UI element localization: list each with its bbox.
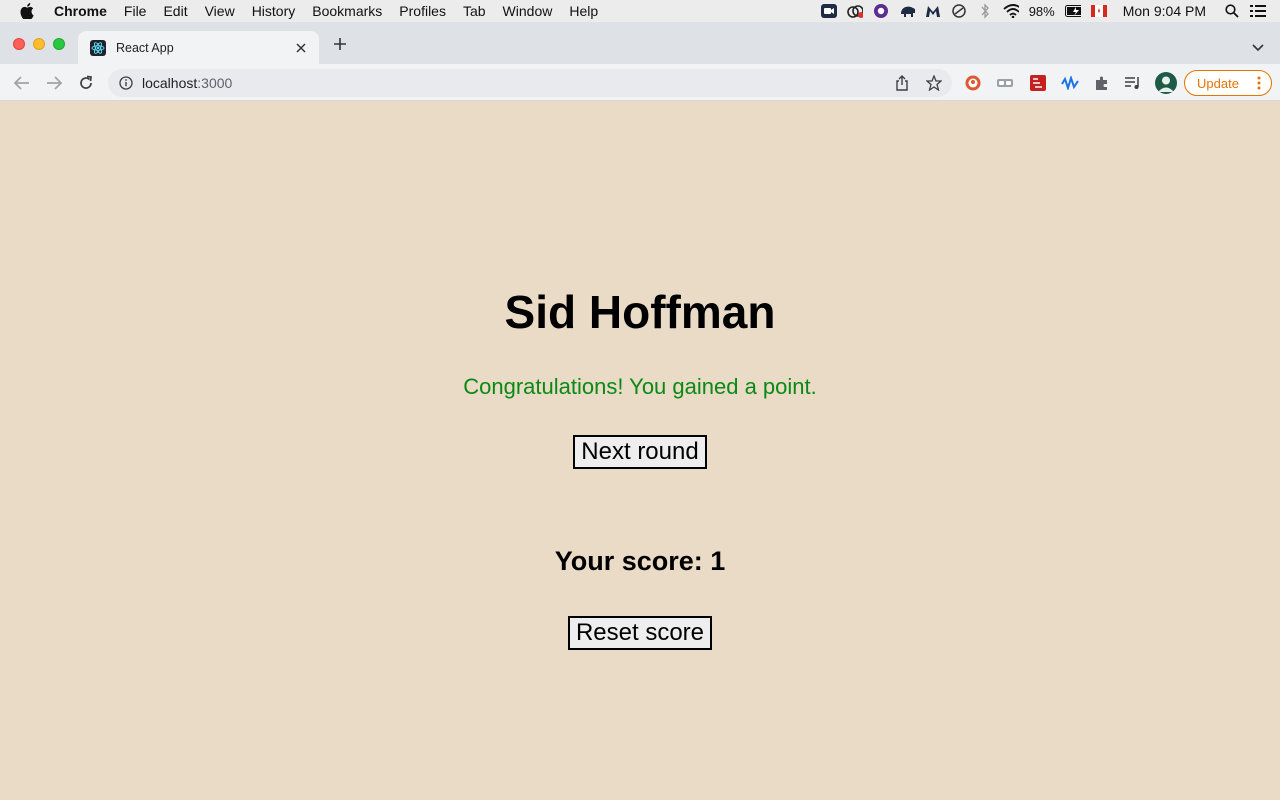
menu-chrome[interactable]: Chrome <box>54 0 107 22</box>
score-display: Your score: 1 <box>554 546 726 576</box>
site-info-icon[interactable] <box>119 76 133 90</box>
zoom-icon[interactable] <box>820 3 837 19</box>
bookmark-star-icon[interactable] <box>926 75 942 91</box>
apple-menu-icon[interactable] <box>20 3 36 19</box>
back-arrow-icon[interactable] <box>12 73 32 93</box>
menu-view[interactable]: View <box>205 0 235 22</box>
wifi-icon[interactable] <box>1003 3 1019 19</box>
extensions-puzzle-icon[interactable] <box>1093 74 1111 92</box>
malwarebytes-icon[interactable] <box>925 3 941 19</box>
spotlight-search-icon[interactable] <box>1224 3 1240 19</box>
page-viewport: Sid Hoffman Congratulations! You gained … <box>0 101 1280 800</box>
reset-score-button[interactable]: Reset score <box>568 616 712 650</box>
input-source-flag-icon[interactable] <box>1090 3 1107 19</box>
react-logo-icon <box>90 39 106 56</box>
tab-react-app[interactable]: React App <box>78 31 319 64</box>
tab-title: React App <box>116 40 174 55</box>
macos-menubar: Chrome File Edit View History Bookmarks … <box>0 0 1280 22</box>
elephant-icon[interactable] <box>899 3 915 19</box>
menu-history[interactable]: History <box>252 0 296 22</box>
url-port: :3000 <box>197 75 233 91</box>
bluetooth-icon[interactable] <box>977 3 993 19</box>
window-zoom-button[interactable] <box>53 38 65 50</box>
url-host: localhost <box>142 75 198 91</box>
reload-icon[interactable] <box>76 73 96 93</box>
profile-avatar[interactable] <box>1155 72 1177 94</box>
creative-cloud-icon[interactable] <box>846 3 863 19</box>
update-button[interactable]: Update <box>1184 70 1272 96</box>
new-tab-button[interactable] <box>331 36 349 54</box>
forward-arrow-icon[interactable] <box>44 73 64 93</box>
tab-close-icon[interactable] <box>293 40 309 56</box>
browser-toolbar: localhost:3000 Update <box>0 64 1280 101</box>
player-name-heading: Sid Hoffman <box>504 286 776 338</box>
battery-icon[interactable] <box>1064 3 1081 19</box>
menu-edit[interactable]: Edit <box>163 0 187 22</box>
vpn-icon[interactable] <box>951 3 967 19</box>
status-area: 98% Mon 9:04 PM <box>820 0 1266 22</box>
window-close-button[interactable] <box>13 38 25 50</box>
reading-list-icon[interactable] <box>1124 74 1142 92</box>
url-text[interactable]: localhost:3000 <box>142 75 232 91</box>
menu-file[interactable]: File <box>124 0 147 22</box>
browser-tabstrip: React App <box>0 22 1280 64</box>
more-menu-icon[interactable] <box>1257 76 1261 90</box>
menu-help[interactable]: Help <box>569 0 598 22</box>
next-round-button[interactable]: Next round <box>573 435 707 469</box>
update-button-label: Update <box>1197 75 1239 91</box>
tab-search-chevron-down-icon[interactable] <box>1252 39 1266 53</box>
red-extension-icon[interactable] <box>1029 74 1047 92</box>
menu-bookmarks[interactable]: Bookmarks <box>312 0 382 22</box>
menu-tab[interactable]: Tab <box>463 0 486 22</box>
battery-percent: 98% <box>1028 3 1055 19</box>
result-message: Congratulations! You gained a point. <box>463 374 817 399</box>
menu-window[interactable]: Window <box>503 0 553 22</box>
control-center-icon[interactable] <box>1250 3 1266 19</box>
glasses-extension-icon[interactable] <box>996 74 1014 92</box>
waveform-extension-icon[interactable] <box>1061 74 1079 92</box>
menubar-clock[interactable]: Mon 9:04 PM <box>1123 3 1206 19</box>
duckduckgo-extension-icon[interactable] <box>964 74 982 92</box>
menu-profiles[interactable]: Profiles <box>399 0 446 22</box>
window-minimize-button[interactable] <box>33 38 45 50</box>
address-bar[interactable]: localhost:3000 <box>108 69 952 97</box>
screen-recorder-icon[interactable] <box>873 3 889 19</box>
share-icon[interactable] <box>894 75 910 91</box>
